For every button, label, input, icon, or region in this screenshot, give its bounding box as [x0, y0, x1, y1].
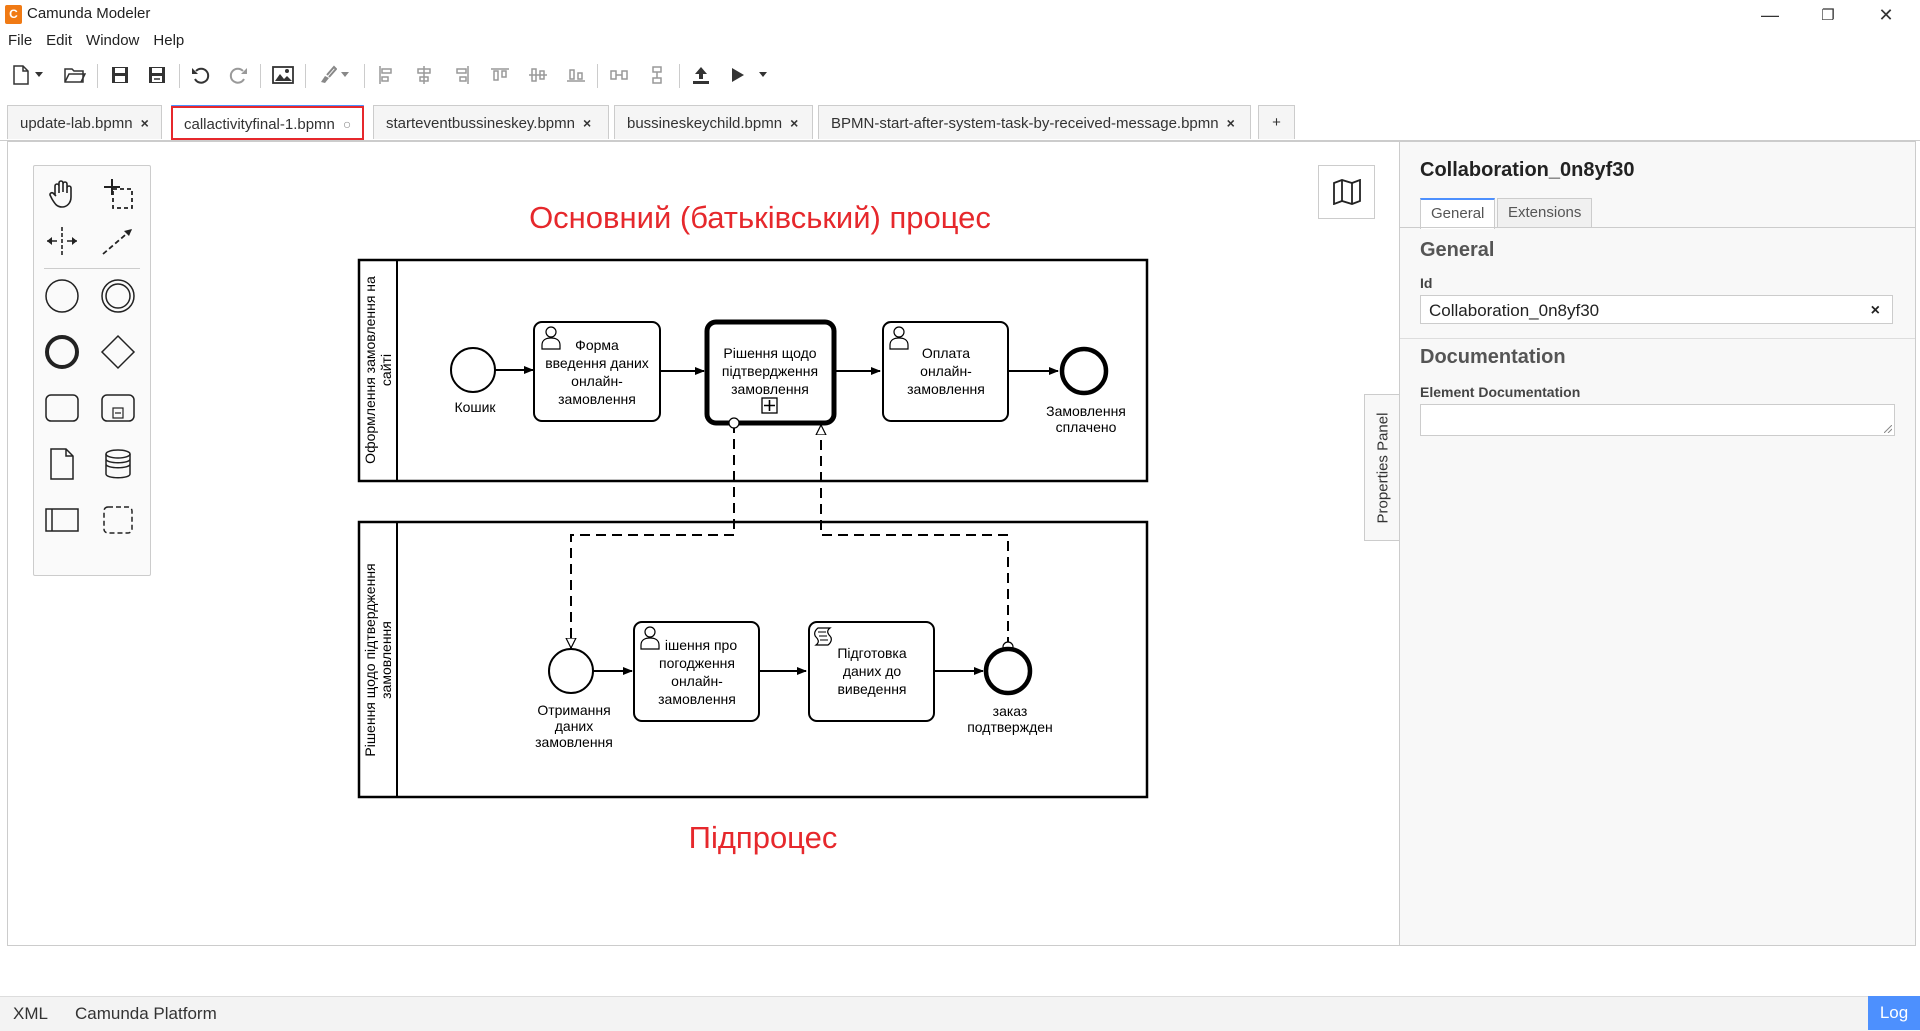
color-dropdown-icon[interactable]	[339, 64, 351, 86]
tab-close-icon[interactable]: ×	[583, 115, 591, 131]
tab-label: bussineskeychild.bpmn	[627, 115, 783, 132]
new-file-dropdown-icon[interactable]	[33, 64, 45, 86]
restore-button[interactable]: ❐	[1800, 0, 1856, 30]
global-connect-tool-icon[interactable]	[96, 219, 140, 263]
export-image-icon[interactable]	[272, 64, 294, 86]
camunda-logo-icon: C	[5, 5, 22, 24]
platform-selector[interactable]: Camunda Platform	[75, 1004, 217, 1024]
xml-view-button[interactable]: XML	[13, 1004, 48, 1024]
save-as-icon[interactable]	[146, 64, 168, 86]
properties-panel-toggle[interactable]: Properties Panel	[1364, 394, 1401, 541]
id-input[interactable]: Collaboration_0n8yf30 ×	[1420, 295, 1893, 324]
menu-edit[interactable]: Edit	[46, 30, 72, 52]
intermediate-event-icon[interactable]	[96, 274, 140, 318]
align-middle-icon[interactable]	[527, 64, 549, 86]
align-top-icon[interactable]	[489, 64, 511, 86]
group-icon[interactable]	[96, 498, 140, 542]
gateway-icon[interactable]	[96, 330, 140, 374]
tab-close-icon[interactable]: ×	[790, 115, 798, 131]
log-button[interactable]: Log	[1868, 996, 1920, 1030]
undo-icon[interactable]	[190, 64, 212, 86]
menu-bar: File Edit Window Help	[0, 30, 1920, 52]
distribute-vertical-icon[interactable]	[646, 64, 668, 86]
section-documentation-heading: Documentation	[1420, 346, 1566, 368]
map-icon	[1332, 179, 1361, 205]
align-left-icon[interactable]	[375, 64, 397, 86]
open-folder-icon[interactable]	[64, 64, 86, 86]
task-icon[interactable]	[40, 386, 84, 430]
deploy-icon[interactable]	[690, 64, 712, 86]
tab-update-lab[interactable]: update-lab.bpmn ×	[7, 105, 162, 139]
new-tab-button[interactable]: +	[1258, 105, 1295, 139]
close-window-button[interactable]: ✕	[1858, 0, 1914, 30]
id-input-value: Collaboration_0n8yf30	[1429, 301, 1600, 320]
minimap-toggle-button[interactable]	[1318, 165, 1375, 219]
properties-title: Collaboration_0n8yf30	[1420, 159, 1635, 181]
tab-bussineskeychild[interactable]: bussineskeychild.bpmn ×	[614, 105, 813, 139]
save-icon[interactable]	[109, 64, 131, 86]
pool-participant-icon[interactable]	[40, 498, 84, 542]
id-label: Id	[1420, 275, 1433, 291]
resize-handle-icon[interactable]	[1884, 425, 1892, 433]
align-center-icon[interactable]	[413, 64, 435, 86]
element-documentation-textarea[interactable]	[1420, 404, 1895, 436]
properties-panel-toggle-label: Properties Panel	[1374, 412, 1392, 523]
align-bottom-icon[interactable]	[565, 64, 587, 86]
menu-file[interactable]: File	[8, 30, 32, 52]
tab-label: BPMN-start-after-system-task-by-received…	[831, 115, 1219, 132]
element-documentation-label: Element Documentation	[1420, 384, 1581, 400]
start-event-icon[interactable]	[40, 274, 84, 318]
tab-bpmn-start-after-system-task[interactable]: BPMN-start-after-system-task-by-received…	[818, 105, 1251, 139]
properties-panel: Collaboration_0n8yf30 General Extensions…	[1399, 141, 1916, 946]
data-object-icon[interactable]	[40, 442, 84, 486]
color-brush-icon[interactable]	[316, 64, 338, 86]
menu-window[interactable]: Window	[86, 30, 139, 52]
diagram-canvas[interactable]	[7, 141, 1400, 946]
tab-starteventbussineskey[interactable]: starteventbussineskey.bpmn ×	[373, 105, 609, 139]
tab-close-icon[interactable]: ×	[1227, 115, 1235, 131]
window-title: Camunda Modeler	[27, 5, 151, 22]
run-dropdown-icon[interactable]	[757, 64, 769, 86]
new-file-icon[interactable]	[10, 64, 32, 86]
toolbar	[0, 56, 1920, 92]
distribute-horizontal-icon[interactable]	[608, 64, 630, 86]
tab-label: starteventbussineskey.bpmn	[386, 115, 575, 132]
section-general-heading: General	[1420, 239, 1495, 261]
space-tool-icon[interactable]	[40, 219, 84, 263]
data-store-icon[interactable]	[96, 442, 140, 486]
redo-icon[interactable]	[227, 64, 249, 86]
minimize-button[interactable]: —	[1742, 0, 1798, 30]
clear-id-icon[interactable]: ×	[1871, 296, 1880, 325]
tool-palette	[33, 165, 151, 576]
end-event-icon[interactable]	[40, 330, 84, 374]
title-bar: C Camunda Modeler — ❐ ✕	[0, 0, 1920, 30]
tab-label: update-lab.bpmn	[20, 115, 133, 132]
tab-close-icon[interactable]: ×	[141, 115, 149, 131]
tab-general[interactable]: General	[1420, 198, 1496, 229]
align-right-icon[interactable]	[451, 64, 473, 86]
subprocess-icon[interactable]	[96, 386, 140, 430]
run-icon[interactable]	[727, 64, 749, 86]
menu-help[interactable]: Help	[153, 30, 184, 52]
lasso-tool-icon[interactable]	[96, 172, 140, 216]
active-tab-highlight	[171, 106, 364, 140]
hand-tool-icon[interactable]	[40, 172, 84, 216]
status-bar: XML Camunda Platform	[0, 996, 1920, 1031]
tab-extensions[interactable]: Extensions	[1497, 198, 1593, 228]
